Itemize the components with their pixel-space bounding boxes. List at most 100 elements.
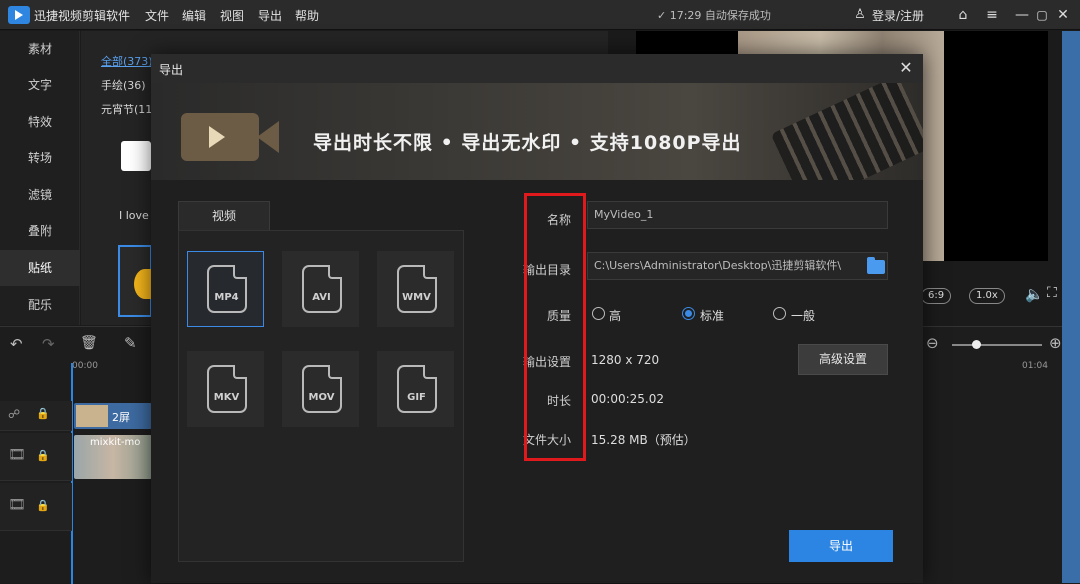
login-link[interactable]: 登录/注册: [872, 7, 924, 24]
clip-label: 2屏: [112, 411, 130, 424]
file-icon: [397, 365, 437, 413]
film-icon: 🎞: [8, 497, 26, 513]
edit-icon[interactable]: ✎: [124, 334, 137, 352]
format-wmv[interactable]: WMV: [377, 251, 454, 327]
format-mov[interactable]: MOV: [282, 351, 359, 427]
file-icon: [207, 365, 247, 413]
file-icon: [302, 265, 342, 313]
sidebar-item-text[interactable]: 文字: [0, 67, 80, 103]
volume-icon[interactable]: 🔈: [1025, 285, 1044, 303]
file-icon: [302, 365, 342, 413]
tab-video[interactable]: 视频: [178, 201, 270, 231]
app-title: 迅捷视频剪辑软件: [34, 9, 131, 23]
export-dialog: 导出 ✕ 导出时长不限 • 导出无水印 • 支持1080P导出 视频 MP4 A…: [151, 54, 923, 583]
user-icon[interactable]: ♙: [850, 5, 870, 25]
undo-icon[interactable]: ↶: [10, 335, 23, 353]
aspect-select[interactable]: 6:9: [921, 288, 952, 304]
format-label: GIF: [407, 392, 426, 403]
quality-normal-radio[interactable]: [773, 307, 786, 320]
format-label: MKV: [213, 392, 240, 403]
quality-standard-label[interactable]: 标准: [700, 307, 724, 324]
title-bar: 迅捷视频剪辑软件 文件 编辑 视图 导出 帮助 ✓ 17:29 自动保存成功 ♙…: [0, 0, 1080, 30]
clip-video-label: mixkit-mo: [90, 437, 141, 448]
sticker-text: I love: [119, 209, 149, 222]
sticker-selected[interactable]: [118, 245, 156, 317]
sidebar-item-transitions[interactable]: 转场: [0, 140, 80, 176]
sidebar-item-music[interactable]: 配乐: [0, 287, 80, 323]
zoom-out-icon[interactable]: ⊖: [926, 334, 939, 352]
lock-icon[interactable]: 🔒: [36, 449, 50, 462]
duration-value: 00:00:25.02: [591, 392, 664, 406]
quality-normal-label[interactable]: 一般: [791, 307, 815, 324]
clip-video[interactable]: mixkit-mo: [74, 435, 152, 479]
format-label: MOV: [308, 392, 335, 403]
speed-select[interactable]: 1.0x: [969, 288, 1005, 304]
format-avi[interactable]: AVI: [282, 251, 359, 327]
minimize-icon[interactable]: —: [1012, 5, 1032, 25]
lock-icon[interactable]: 🔒: [36, 407, 50, 420]
zoom-slider-handle[interactable]: [972, 340, 981, 349]
output-dir-input[interactable]: C:\Users\Administrator\Desktop\迅捷剪辑软件\: [587, 252, 888, 280]
autosave-status: ✓ 17:29 自动保存成功: [657, 9, 771, 22]
time-start: 00:00: [72, 361, 98, 371]
quality-high-label[interactable]: 高: [609, 307, 621, 324]
menu-view[interactable]: 视图: [220, 7, 244, 24]
zoom-in-icon[interactable]: ⊕: [1049, 334, 1062, 352]
time-end: 01:04: [1022, 361, 1048, 371]
clip-overlay[interactable]: 2屏: [74, 403, 152, 429]
sidebar-item-overlay[interactable]: 叠附: [0, 213, 80, 249]
camera-icon: [181, 113, 259, 161]
dialog-title: 导出: [159, 63, 184, 77]
format-mp4[interactable]: MP4: [187, 251, 264, 327]
format-mkv[interactable]: MKV: [187, 351, 264, 427]
format-label: WMV: [402, 292, 431, 303]
home-icon[interactable]: ⌂: [953, 5, 973, 25]
close-icon[interactable]: ✕: [1053, 5, 1073, 25]
name-input[interactable]: MyVideo_1: [587, 201, 888, 229]
sidebar-item-effects[interactable]: 特效: [0, 104, 80, 140]
desktop-edge: [1062, 31, 1080, 583]
file-size-value: 15.28 MB（预估）: [591, 433, 696, 447]
file-icon: [397, 265, 437, 313]
sticker-thumb[interactable]: [121, 141, 151, 171]
camera-lens-icon: [257, 121, 279, 153]
sidebar-item-stickers[interactable]: 贴纸: [0, 250, 80, 286]
advanced-settings-button[interactable]: 高级设置: [798, 344, 888, 375]
format-label: MP4: [214, 292, 239, 303]
redo-icon[interactable]: ↷: [42, 335, 55, 353]
menu-file[interactable]: 文件: [145, 7, 169, 24]
clip-thumb: [76, 405, 108, 427]
quality-high-radio[interactable]: [592, 307, 605, 320]
track-head-video: 🎞 🔒: [0, 433, 72, 481]
menu-edit[interactable]: 编辑: [182, 7, 206, 24]
dialog-header: 导出 ✕: [151, 54, 923, 83]
film-strip-icon: [770, 83, 923, 180]
highlight-box: [524, 193, 586, 461]
sidebar-item-material[interactable]: 素材: [0, 31, 80, 67]
quality-standard-radio[interactable]: [682, 307, 695, 320]
format-label: AVI: [312, 292, 331, 303]
folder-icon[interactable]: [867, 257, 885, 274]
menu-icon[interactable]: ≡: [982, 5, 1002, 25]
layer-icon: ☍: [8, 407, 21, 421]
track-head-video2: 🎞 🔒: [0, 483, 72, 531]
menu-help[interactable]: 帮助: [295, 7, 319, 24]
category-all[interactable]: 全部(373): [101, 53, 153, 69]
sidebar: 素材 文字 特效 转场 滤镜 叠附 贴纸 配乐: [0, 31, 80, 325]
format-gif[interactable]: GIF: [377, 351, 454, 427]
film-icon: 🎞: [8, 447, 26, 463]
dialog-close-icon[interactable]: ✕: [895, 57, 917, 79]
delete-icon[interactable]: 🗑: [80, 335, 98, 351]
sidebar-item-filters[interactable]: 滤镜: [0, 177, 80, 213]
menu-export[interactable]: 导出: [258, 7, 282, 24]
lock-icon[interactable]: 🔒: [36, 499, 50, 512]
zoom-slider[interactable]: [952, 344, 1042, 346]
fullscreen-icon[interactable]: ⛶: [1047, 285, 1057, 301]
promo-banner: 导出时长不限 • 导出无水印 • 支持1080P导出: [151, 83, 923, 180]
category-hand-drawn[interactable]: 手绘(36): [101, 77, 146, 93]
app-logo-icon: [8, 6, 30, 24]
export-button[interactable]: 导出: [789, 530, 893, 562]
maximize-icon[interactable]: ▢: [1032, 5, 1052, 25]
category-lantern[interactable]: 元宵节(11): [101, 101, 157, 117]
track-head-overlay: ☍ 🔒: [0, 401, 72, 431]
